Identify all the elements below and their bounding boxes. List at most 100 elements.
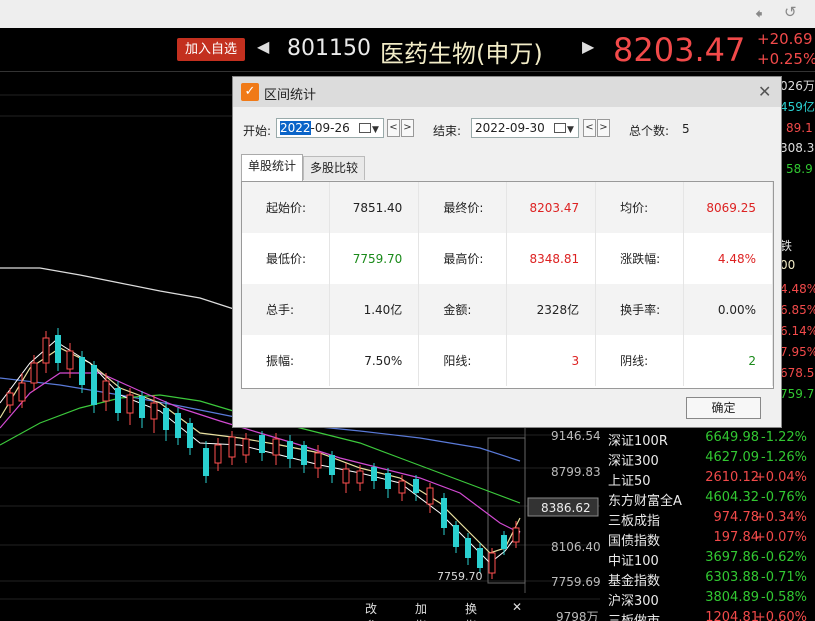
dropdown-icon[interactable]: ▼ (372, 121, 379, 139)
price-change-pct: +0.25% (757, 50, 815, 68)
index-name: 国债指数 (608, 534, 661, 549)
index-change: +0.34% (754, 510, 807, 525)
partial-value: 6.85% (780, 303, 815, 317)
partial-value: 459亿 (780, 100, 815, 114)
partial-value: 89.1 (786, 121, 813, 135)
index-row[interactable]: 三板做市 1204.81+0.60% (600, 610, 815, 621)
stat-label: 阳线: (418, 335, 508, 386)
dialog-title: 区间统计 (264, 88, 317, 103)
y-tick: 7759.69 (551, 575, 601, 589)
index-name: 基金指数 (608, 574, 661, 589)
calendar-icon[interactable] (359, 123, 371, 133)
close-indicator-icon[interactable]: ✕ (512, 600, 522, 614)
partial-value: 00 (780, 258, 796, 272)
end-date-field[interactable]: 2022-09-30 ▼ (471, 118, 579, 138)
stat-label: 涨跌幅: (595, 233, 684, 284)
partial-value: 7.95% (780, 345, 815, 359)
index-value: 6649.98 (705, 430, 759, 445)
index-row[interactable]: 基金指数 6303.88 -0.71% (600, 570, 815, 590)
stat-value: 2328亿 (506, 284, 597, 335)
index-value: 4604.32 (705, 490, 759, 505)
start-label: 开始: (243, 124, 272, 138)
stat-value: 8348.81 (506, 233, 597, 284)
tab-single-stock[interactable]: 单股统计 (241, 154, 304, 182)
stat-value: 1.40亿 (329, 284, 420, 335)
index-change: -0.76% (761, 490, 807, 505)
close-icon[interactable]: ✕ (758, 82, 771, 101)
start-next-button[interactable]: > (401, 119, 414, 137)
stat-label: 振幅: (242, 335, 331, 386)
index-change: -1.26% (761, 450, 807, 465)
partial-value: 6.14% (780, 324, 815, 338)
index-change: +0.04% (754, 470, 807, 485)
ok-button[interactable]: 确定 (686, 397, 761, 419)
stat-label: 起始价: (242, 182, 331, 233)
index-value: 197.84 (713, 530, 760, 545)
next-stock-icon[interactable]: ▶ (582, 37, 594, 56)
dropdown-icon[interactable]: ▼ (567, 121, 574, 139)
calendar-icon[interactable] (554, 123, 566, 133)
partial-value: 678.5 (780, 366, 815, 380)
start-year-selected: 2022 (280, 121, 311, 135)
index-name: 东方财富全A (608, 494, 682, 509)
index-row[interactable]: 深证300 4627.09 -1.26% (600, 450, 815, 470)
index-value: 3697.86 (705, 550, 759, 565)
start-date-field[interactable]: 2022-09-26 ▼ (276, 118, 384, 138)
index-row[interactable]: 东方财富全A 4604.32 -0.76% (600, 490, 815, 510)
low-price-marker: 7759.70 (437, 570, 483, 583)
back-arrow-icon[interactable]: 🠸 (755, 4, 763, 29)
index-row[interactable]: 中证100 3697.86 -0.62% (600, 550, 815, 570)
index-row[interactable]: 沪深300 3804.89 -0.58% (600, 590, 815, 610)
prev-stock-icon[interactable]: ◀ (257, 37, 269, 56)
add-to-watchlist-button[interactable]: 加入自选 (177, 38, 245, 61)
index-value: 1204.81 (705, 610, 759, 621)
index-row[interactable]: 三板成指 974.78 +0.34% (600, 510, 815, 530)
stats-grid: 起始价: 7851.40 最终价: 8203.47 均价: 8069.25 最低价: 7759… (241, 181, 774, 389)
index-row[interactable]: 国债指数 197.84 +0.07% (600, 530, 815, 550)
count-value: 5 (682, 122, 690, 136)
add-indicator-tab[interactable]: 加指标 (415, 600, 427, 621)
index-change: +0.07% (754, 530, 807, 545)
stats-row: 振幅: 7.50% 阳线: 3 阴线: 2 (242, 335, 773, 386)
start-date-rest: -09-26 (310, 121, 350, 135)
index-change: -0.58% (761, 590, 807, 605)
stat-value: 2 (683, 335, 773, 386)
stat-value: 7759.70 (329, 233, 420, 284)
stat-label: 均价: (595, 182, 684, 233)
switch-indicator-tab[interactable]: 换指标 (465, 600, 477, 621)
right-panel-partial: 026万 459亿 89.1 308.3 58.9 铁 00 4.48% 6.8… (780, 75, 815, 415)
index-name: 三板成指 (608, 514, 661, 529)
partial-value: 4.48% (780, 282, 815, 296)
end-label: 结束: (433, 124, 462, 138)
index-name: 深证100R (608, 434, 668, 449)
interval-stats-dialog: ✓ 区间统计 ✕ 开始: 2022-09-26 ▼ < > 结束: 2022-0… (232, 76, 782, 428)
stat-value: 0.00% (683, 284, 773, 335)
index-row[interactable]: 深证100R 6649.98 -1.22% (600, 430, 815, 450)
end-next-button[interactable]: > (597, 119, 610, 137)
checkmark-icon: ✓ (241, 83, 259, 101)
stat-value: 4.48% (683, 233, 773, 284)
edit-params-tab[interactable]: 改参数 (365, 600, 377, 621)
stat-value: 8069.25 (683, 182, 773, 233)
undo-icon[interactable]: ↺ (784, 3, 797, 21)
stock-name: 医药生物(申万) (380, 40, 543, 68)
index-value: 974.78 (713, 510, 760, 525)
stock-code: 801150 (287, 36, 371, 61)
stats-row: 起始价: 7851.40 最终价: 8203.47 均价: 8069.25 (242, 182, 773, 233)
index-value: 4627.09 (705, 450, 759, 465)
index-value: 3804.89 (705, 590, 759, 605)
index-name: 上证50 (608, 474, 651, 489)
start-prev-button[interactable]: < (387, 119, 400, 137)
y-tick: 8106.40 (551, 540, 601, 554)
index-row[interactable]: 上证50 2610.12 +0.04% (600, 470, 815, 490)
index-change: +0.60% (754, 610, 807, 621)
partial-value: 026万 (780, 79, 815, 93)
stat-label: 换手率: (595, 284, 684, 335)
tab-multi-compare[interactable]: 多股比较 (303, 156, 366, 180)
end-prev-button[interactable]: < (583, 119, 596, 137)
partial-value: 58.9 (786, 162, 813, 176)
stat-label: 最高价: (418, 233, 508, 284)
last-price: 8203.47 (613, 31, 746, 69)
index-name: 中证100 (608, 554, 659, 569)
index-change: -1.22% (761, 430, 807, 445)
